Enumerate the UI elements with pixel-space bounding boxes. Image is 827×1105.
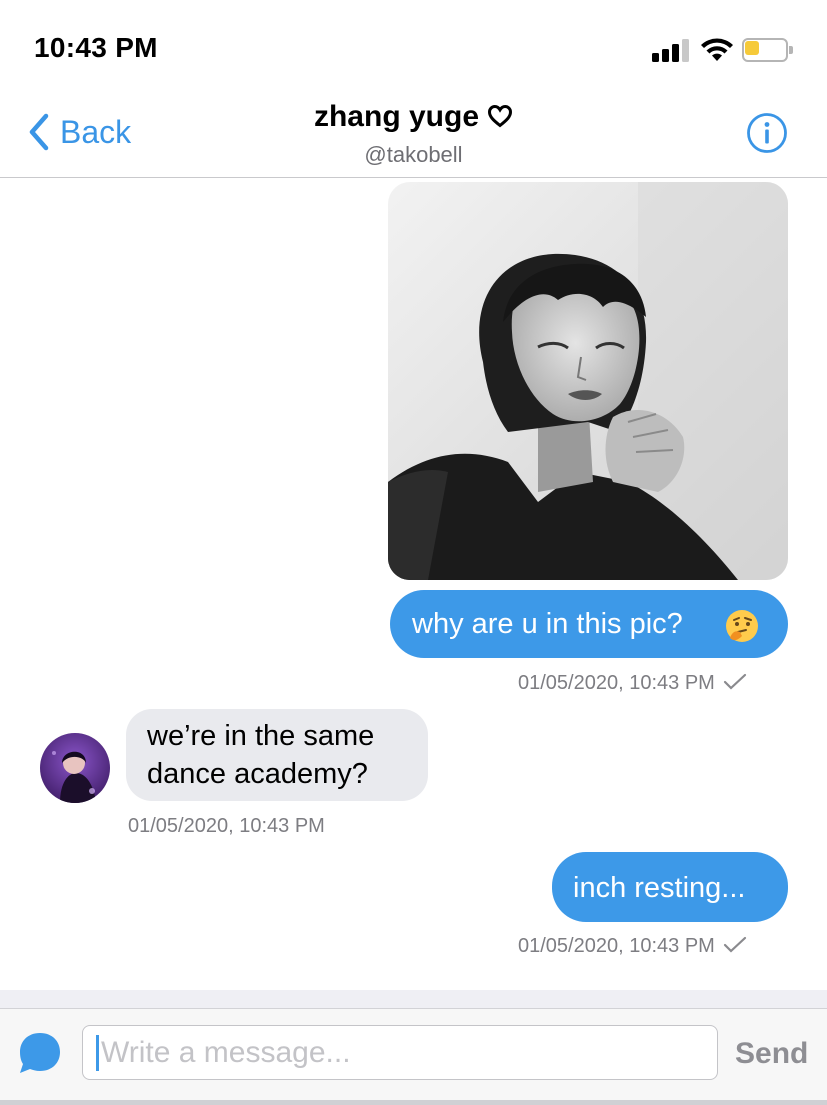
status-time: 10:43 PM: [34, 32, 158, 63]
message-timestamp: 01/05/2020, 10:43 PM: [518, 672, 747, 695]
message-input[interactable]: [82, 1025, 718, 1080]
message-line: we’re in the same: [147, 720, 375, 752]
message-composer: Send: [0, 1008, 827, 1105]
contact-name[interactable]: zhang yuge: [0, 100, 827, 134]
message-text: inch resting...: [573, 872, 746, 904]
incoming-message[interactable]: we’re in the same dance academy?: [126, 709, 428, 801]
timestamp-text: 01/05/2020, 10:43 PM: [518, 935, 715, 957]
message-list[interactable]: why are u in this pic? 01/05/2020, 10:43…: [0, 180, 827, 990]
info-icon[interactable]: [746, 112, 788, 154]
heart-icon: [487, 105, 513, 128]
message-line: dance academy?: [147, 758, 368, 790]
message-text: why are u in this pic?: [412, 608, 683, 640]
photo-message[interactable]: [388, 182, 788, 580]
outgoing-message[interactable]: inch resting...: [552, 852, 788, 922]
contact-handle: @takobell: [364, 142, 463, 167]
status-bar: 10:43 PM: [0, 0, 827, 90]
cellular-signal-icon: [652, 38, 692, 62]
checkmark-icon: [723, 936, 746, 953]
contact-name-text: zhang yuge: [313, 100, 479, 133]
thinking-face-icon: [726, 610, 758, 642]
outgoing-message[interactable]: why are u in this pic?: [390, 590, 788, 658]
message-timestamp: 01/05/2020, 10:43 PM: [128, 815, 325, 837]
composer-divider: [0, 990, 827, 1008]
send-button[interactable]: Send: [735, 1037, 808, 1071]
chat-bubble-icon[interactable]: [16, 1029, 64, 1077]
message-timestamp: 01/05/2020, 10:43 PM: [518, 935, 747, 958]
wifi-icon: [701, 38, 733, 61]
contact-avatar[interactable]: [40, 733, 110, 803]
conversation-header: Back zhang yuge @takobell: [0, 90, 827, 178]
checkmark-icon: [723, 673, 746, 690]
text-cursor: [96, 1035, 99, 1071]
timestamp-text: 01/05/2020, 10:43 PM: [518, 672, 715, 694]
photo-image: [388, 182, 788, 580]
battery-icon: [742, 38, 794, 62]
bottom-edge: [0, 1100, 827, 1105]
